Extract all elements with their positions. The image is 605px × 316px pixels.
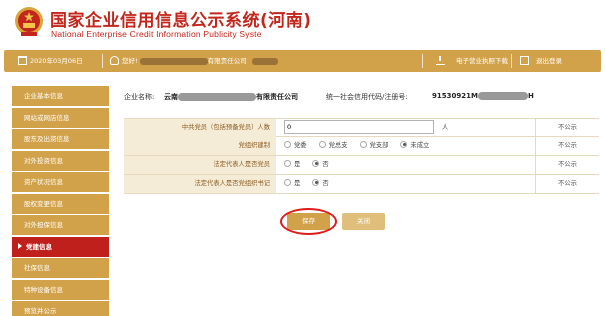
site-subtitle: National Enterprise Credit Information P…	[51, 29, 262, 39]
sidebar-item-basic-info[interactable]: 企业基本信息	[12, 86, 109, 106]
redacted-company	[139, 57, 208, 65]
form-row-rep-party-member: 法定代表人是否党员 是 否 不公示	[124, 156, 599, 175]
highlight-circle	[280, 208, 337, 235]
party-members-unit: 人	[442, 124, 449, 131]
publicity-status: 不公示	[535, 137, 599, 155]
logout-icon	[520, 55, 529, 65]
radio-checked-icon	[400, 140, 408, 148]
download-icon	[436, 55, 445, 65]
redacted-text	[251, 57, 278, 65]
sidebar-item-investment[interactable]: 对外投资信息	[12, 150, 109, 171]
sidebar-item-social-security[interactable]: 社保信息	[12, 258, 109, 278]
rep-party-member-option-yes[interactable]: 是	[284, 156, 300, 174]
party-org-option-committee[interactable]: 党委	[284, 137, 307, 155]
credit-code-value: 91530921M H	[432, 92, 534, 100]
rep-party-secretary-option-no[interactable]: 否	[312, 175, 329, 193]
site-title: 国家企业信用信息公示系统(河南)	[50, 11, 312, 31]
radio-checked-icon	[312, 178, 320, 186]
welcome-text: 您好!	[122, 57, 138, 65]
welcome-user: 您好! 有限责任公司	[110, 50, 278, 72]
party-members-label: 中共党员（包括预备党员）人数	[124, 119, 276, 137]
form-row-party-members: 中共党员（包括预备党员）人数 人 不公示	[124, 118, 599, 137]
radio-icon	[284, 140, 291, 148]
sidebar-item-shareholders[interactable]: 股东及出资信息	[12, 129, 109, 149]
radio-icon	[318, 140, 326, 148]
sidebar-item-party-building[interactable]: 党建信息	[12, 236, 109, 257]
license-download-link[interactable]: 电子营业执照下载	[436, 50, 508, 72]
credit-code-label: 统一社会信用代码/注册号:	[326, 93, 408, 101]
rep-party-secretary-label: 法定代表人是否党组织书记	[124, 175, 276, 193]
radio-icon	[284, 159, 291, 167]
redacted-code	[477, 92, 528, 100]
publicity-status: 不公示	[535, 119, 599, 137]
radio-icon	[359, 140, 367, 148]
welcome-suffix: 有限责任公司	[207, 57, 247, 65]
site-region: (河南)	[260, 11, 312, 31]
publicity-status: 不公示	[535, 156, 599, 174]
party-org-option-branch[interactable]: 党支部	[359, 137, 388, 155]
sidebar-item-preview-publish[interactable]: 预览并公示	[12, 301, 109, 316]
form-row-party-org: 党组织建制 党委 党总支 党支部 未成立 不公示	[124, 137, 599, 156]
party-org-option-none[interactable]: 未成立	[400, 137, 429, 155]
logout-button[interactable]: 退出登录	[520, 50, 562, 72]
site-header: 国家企业信用信息公示系统(河南) National Enterprise Cre…	[0, 0, 605, 47]
national-emblem-icon	[15, 7, 43, 36]
radio-icon	[284, 178, 291, 186]
sidebar-item-guarantee[interactable]: 对外担保信息	[12, 215, 109, 235]
logout-label: 退出登录	[536, 57, 562, 65]
close-button[interactable]: 关闭	[342, 213, 385, 230]
sidebar-item-assets[interactable]: 资产状况信息	[12, 172, 109, 192]
party-org-option-general-branch[interactable]: 党总支	[318, 137, 348, 155]
redacted-name	[178, 93, 256, 101]
user-icon	[110, 55, 119, 65]
license-download-label: 电子营业执照下载	[456, 57, 508, 65]
sidebar-item-special-equipment[interactable]: 特种设备信息	[12, 279, 109, 300]
publicity-status: 不公示	[535, 175, 599, 193]
company-name-label: 企业名称:	[124, 93, 155, 101]
date-text: 2020年03月06日	[30, 57, 83, 65]
company-name-value: 云南 有限责任公司	[164, 93, 298, 101]
rep-party-member-option-no[interactable]: 否	[312, 156, 329, 174]
date-display: 2020年03月06日	[18, 50, 83, 72]
party-org-label: 党组织建制	[124, 137, 276, 155]
sidebar-item-equity-change[interactable]: 股权变更信息	[12, 193, 109, 214]
calendar-icon	[18, 55, 27, 65]
sidebar-item-website-info[interactable]: 网站或网店信息	[12, 107, 109, 128]
sidebar-nav: 企业基本信息 网站或网店信息 股东及出资信息 对外投资信息 资产状况信息 股权变…	[12, 86, 109, 316]
form-row-rep-party-secretary: 法定代表人是否党组织书记 是 否 不公示	[124, 175, 599, 194]
info-bar: 2020年03月06日 您好! 有限责任公司 电子营业执照下载 退出登录	[4, 50, 601, 72]
rep-party-member-label: 法定代表人是否党员	[124, 156, 276, 174]
party-building-form: 中共党员（包括预备党员）人数 人 不公示 党组织建制 党委 党总支 党支部 未成…	[124, 118, 599, 194]
party-members-input[interactable]	[284, 119, 434, 134]
rep-party-secretary-option-yes[interactable]: 是	[284, 175, 300, 193]
active-arrow-icon	[18, 242, 22, 249]
company-info: 企业名称: 云南 有限责任公司 统一社会信用代码/注册号: 91530921M H	[124, 92, 599, 106]
radio-checked-icon	[312, 159, 320, 167]
